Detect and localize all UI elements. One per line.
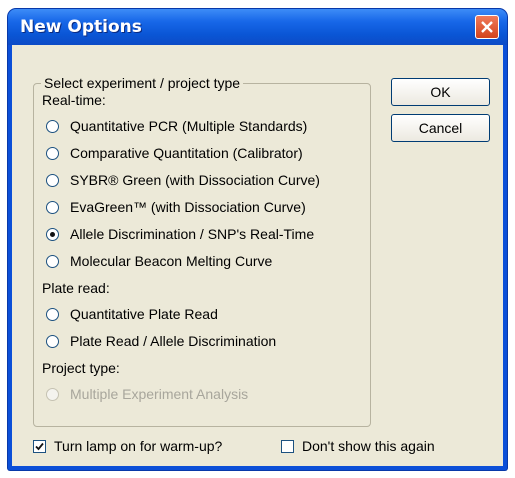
radio-plate-read-allele[interactable]: Plate Read / Allele Discrimination: [46, 333, 276, 349]
radio-allele-discrimination-snp[interactable]: Allele Discrimination / SNP's Real-Time: [46, 226, 314, 242]
radio-label: Plate Read / Allele Discrimination: [70, 333, 277, 349]
radio-icon: [46, 200, 59, 214]
window-title: New Options: [20, 17, 142, 37]
project-type-label: Project type:: [42, 360, 120, 376]
radio-icon: [46, 119, 59, 133]
radio-icon: [46, 307, 59, 321]
dialog-client-area: Select experiment / project type Real-ti…: [12, 45, 503, 466]
radio-label: EvaGreen™ (with Dissociation Curve): [70, 199, 306, 215]
radio-icon: [46, 387, 59, 401]
checkbox-box: [33, 439, 46, 453]
radio-multiple-experiment-analysis: Multiple Experiment Analysis: [46, 386, 248, 402]
realtime-label: Real-time:: [42, 92, 106, 108]
checkmark-icon: [35, 442, 44, 450]
dont-show-again-checkbox[interactable]: Don't show this again: [281, 438, 435, 454]
close-button[interactable]: [475, 15, 499, 39]
radio-icon: [46, 254, 59, 268]
radio-label: SYBR® Green (with Dissociation Curve): [70, 172, 320, 188]
radio-label: Molecular Beacon Melting Curve: [70, 253, 273, 269]
radio-label: Quantitative PCR (Multiple Standards): [70, 118, 308, 134]
radio-label: Allele Discrimination / SNP's Real-Time: [70, 226, 315, 242]
experiment-type-group: Select experiment / project type Real-ti…: [33, 75, 371, 427]
group-title: Select experiment / project type: [41, 75, 244, 91]
radio-icon: [46, 146, 59, 160]
dialog-window: New Options Select experiment / project …: [8, 9, 507, 470]
radio-label: Comparative Quantitation (Calibrator): [70, 145, 303, 161]
radio-icon: [46, 173, 59, 187]
plate-read-label: Plate read:: [42, 280, 110, 296]
radio-quantitative-pcr[interactable]: Quantitative PCR (Multiple Standards): [46, 118, 307, 134]
close-icon: [481, 21, 493, 33]
radio-icon: [46, 227, 59, 241]
radio-evagreen[interactable]: EvaGreen™ (with Dissociation Curve): [46, 199, 306, 215]
checkbox-label: Turn lamp on for warm-up?: [54, 438, 223, 454]
checkbox-label: Don't show this again: [302, 438, 435, 454]
radio-comparative-quantitation[interactable]: Comparative Quantitation (Calibrator): [46, 145, 303, 161]
cancel-button[interactable]: Cancel: [391, 114, 490, 142]
radio-label: Quantitative Plate Read: [70, 306, 218, 322]
radio-icon: [46, 334, 59, 348]
title-bar[interactable]: New Options: [8, 9, 507, 45]
checkbox-box: [281, 439, 294, 453]
radio-quantitative-plate-read[interactable]: Quantitative Plate Read: [46, 306, 218, 322]
radio-label: Multiple Experiment Analysis: [70, 386, 249, 402]
ok-button[interactable]: OK: [391, 78, 490, 106]
lamp-warmup-checkbox[interactable]: Turn lamp on for warm-up?: [33, 438, 222, 454]
radio-sybr-green[interactable]: SYBR® Green (with Dissociation Curve): [46, 172, 320, 188]
radio-molecular-beacon[interactable]: Molecular Beacon Melting Curve: [46, 253, 272, 269]
